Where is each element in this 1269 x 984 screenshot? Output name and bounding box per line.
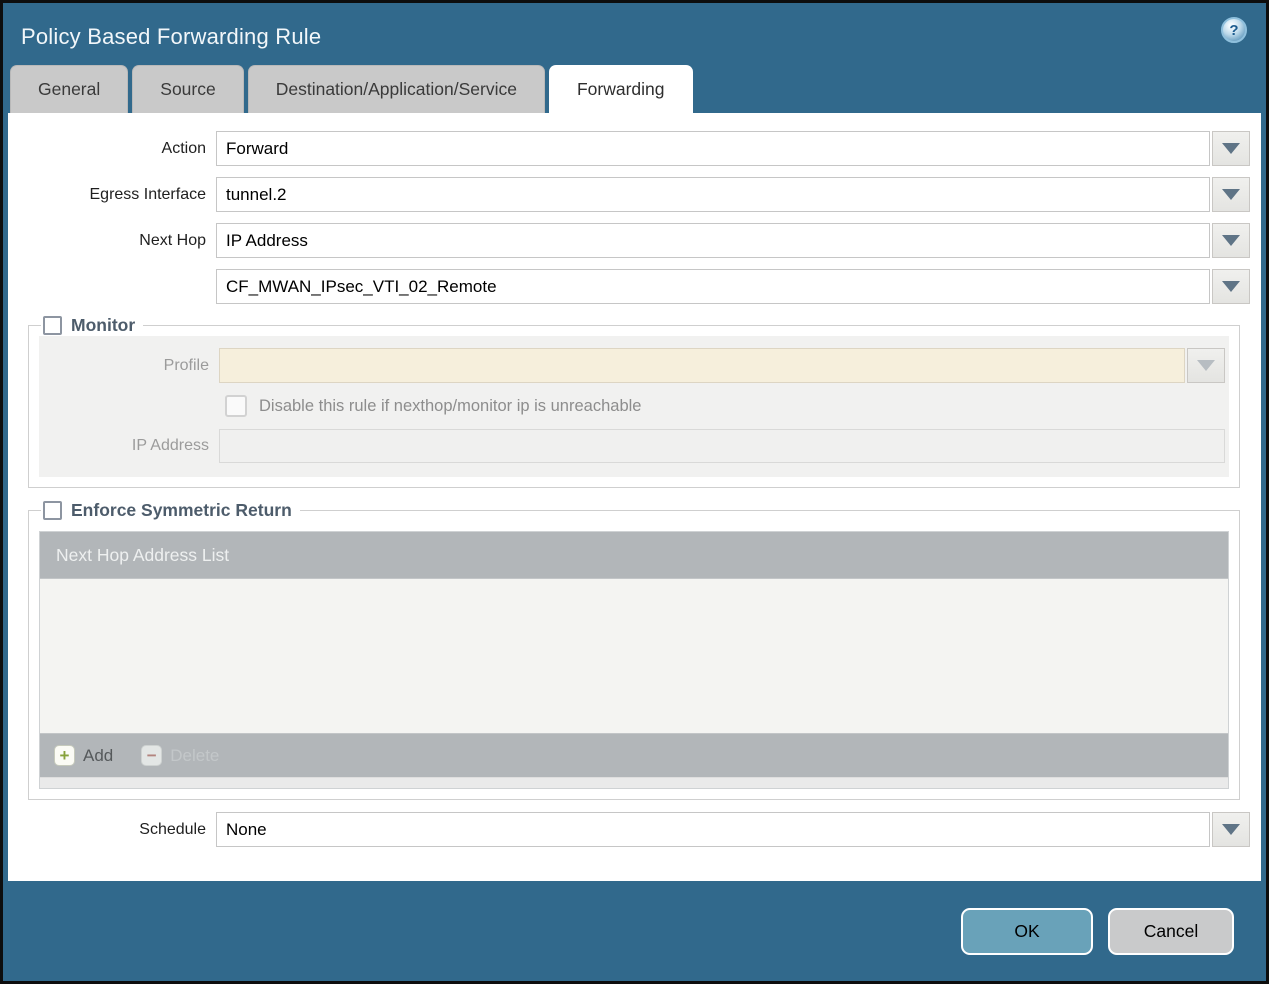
- table-header: Next Hop Address List: [40, 532, 1228, 579]
- dialog-background: Policy Based Forwarding Rule ? General S…: [3, 3, 1266, 981]
- add-button-label: Add: [83, 745, 114, 765]
- horizontal-scrollbar[interactable]: [40, 777, 1228, 788]
- profile-row: Profile: [43, 348, 1225, 383]
- next-hop-type-select[interactable]: IP Address: [216, 223, 1210, 258]
- action-row: Action Forward: [8, 131, 1250, 166]
- enforce-legend-label: Enforce Symmetric Return: [71, 500, 292, 520]
- next-hop-address-list-column-header: Next Hop Address List: [56, 544, 230, 565]
- profile-dropdown-button: [1187, 348, 1225, 383]
- table-toolbar: + Add − Delete: [40, 733, 1228, 777]
- dialog-title: Policy Based Forwarding Rule: [21, 24, 322, 49]
- minus-icon: −: [141, 745, 163, 766]
- action-select[interactable]: Forward: [216, 131, 1210, 166]
- title-bar: Policy Based Forwarding Rule ?: [8, 3, 1261, 65]
- tab-source[interactable]: Source: [132, 65, 244, 113]
- profile-select: [219, 348, 1185, 383]
- forwarding-tab-panel: Action Forward Egress Interface tunnel.2…: [8, 113, 1261, 881]
- enforce-symmetric-return-checkbox[interactable]: [43, 501, 62, 520]
- egress-interface-row: Egress Interface tunnel.2: [8, 177, 1250, 212]
- table-body-empty: [40, 579, 1228, 733]
- egress-interface-dropdown-button[interactable]: [1212, 177, 1250, 212]
- monitor-ip-address-label: IP Address: [131, 437, 209, 454]
- tab-bar: General Source Destination/Application/S…: [8, 65, 1261, 113]
- next-hop-row: Next Hop IP Address: [8, 223, 1250, 258]
- monitor-section: Monitor Profile Disable this rule if nex…: [28, 315, 1240, 488]
- plus-icon: +: [54, 745, 75, 766]
- disable-rule-row: Disable this rule if nexthop/monitor ip …: [225, 395, 1229, 417]
- monitor-checkbox[interactable]: [43, 316, 62, 335]
- cancel-button[interactable]: Cancel: [1108, 908, 1234, 955]
- tab-forwarding[interactable]: Forwarding: [548, 65, 693, 113]
- monitor-legend-label: Monitor: [71, 315, 136, 335]
- monitor-disabled-area: Profile Disable this rule if nexthop/mon…: [39, 336, 1229, 477]
- disable-rule-label: Disable this rule if nexthop/monitor ip …: [259, 396, 642, 415]
- schedule-label: Schedule: [139, 820, 206, 838]
- help-icon[interactable]: ?: [1221, 17, 1247, 43]
- next-hop-address-list-table: Next Hop Address List + Add − Delete: [39, 531, 1229, 789]
- monitor-ip-address-input: [219, 429, 1225, 463]
- monitor-legend: Monitor: [41, 315, 143, 336]
- chevron-down-icon: [1222, 143, 1240, 154]
- next-hop-address-select[interactable]: CF_MWAN_IPsec_VTI_02_Remote: [216, 269, 1210, 304]
- chevron-down-icon: [1222, 235, 1240, 246]
- enforce-legend: Enforce Symmetric Return: [41, 500, 300, 521]
- egress-interface-select[interactable]: tunnel.2: [216, 177, 1210, 212]
- delete-button-label: Delete: [170, 745, 220, 765]
- monitor-ip-address-row: IP Address: [43, 429, 1225, 463]
- egress-interface-label: Egress Interface: [89, 185, 207, 203]
- action-label: Action: [161, 139, 206, 157]
- enforce-symmetric-return-section: Enforce Symmetric Return Next Hop Addres…: [28, 500, 1240, 800]
- schedule-row: Schedule None: [8, 812, 1250, 847]
- chevron-down-icon: [1222, 824, 1240, 835]
- chevron-down-icon: [1222, 189, 1240, 200]
- next-hop-label: Next Hop: [139, 231, 206, 249]
- profile-label: Profile: [163, 356, 209, 374]
- disable-rule-checkbox: [225, 395, 247, 417]
- ok-button[interactable]: OK: [961, 908, 1093, 955]
- next-hop-dropdown-button[interactable]: [1212, 223, 1250, 258]
- schedule-dropdown-button[interactable]: [1212, 812, 1250, 847]
- next-hop-address-row: CF_MWAN_IPsec_VTI_02_Remote: [8, 269, 1250, 304]
- chevron-down-icon: [1222, 281, 1240, 292]
- chevron-down-icon: [1197, 360, 1215, 371]
- add-button[interactable]: + Add: [54, 745, 113, 766]
- action-dropdown-button[interactable]: [1212, 131, 1250, 166]
- tab-general[interactable]: General: [10, 65, 129, 113]
- next-hop-address-dropdown-button[interactable]: [1212, 269, 1250, 304]
- tab-destination-application-service[interactable]: Destination/Application/Service: [247, 65, 545, 113]
- schedule-select[interactable]: None: [216, 812, 1210, 847]
- dialog-footer: OK Cancel: [8, 881, 1261, 955]
- delete-button: − Delete: [141, 745, 219, 766]
